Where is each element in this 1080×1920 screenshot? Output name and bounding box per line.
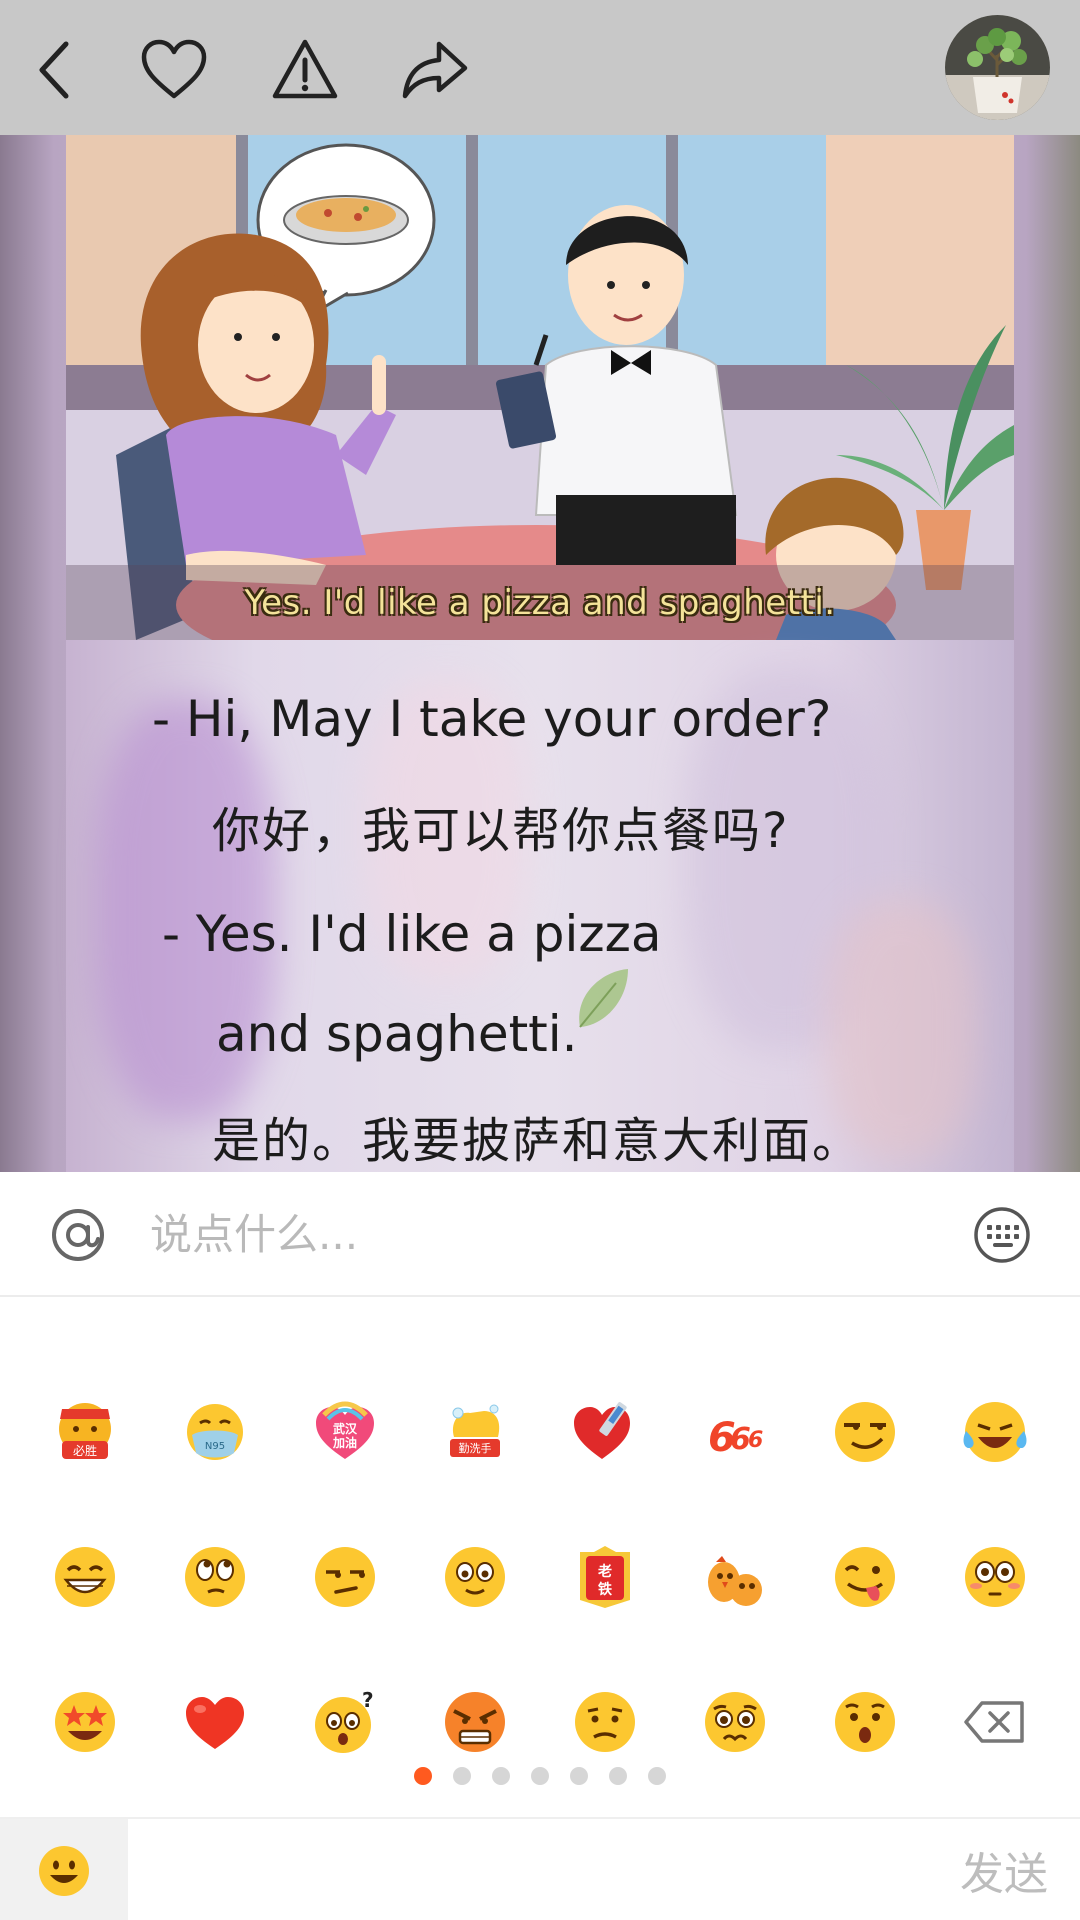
lesson-line-answer-en-1: - Yes. I'd like a pizza: [162, 905, 662, 963]
svg-text:N95: N95: [205, 1441, 225, 1452]
laotie-emoji[interactable]: 老铁: [540, 1504, 670, 1649]
like-button[interactable]: [134, 30, 214, 110]
page-dot[interactable]: [609, 1767, 627, 1785]
svg-text:加油: 加油: [332, 1435, 357, 1450]
flushed-emoji[interactable]: [930, 1504, 1060, 1649]
eye-roll-emoji[interactable]: [150, 1504, 280, 1649]
page-dot[interactable]: [648, 1767, 666, 1785]
emoji-page-indicator: [0, 1767, 1080, 1785]
emoji-toggle-button[interactable]: [0, 1819, 128, 1920]
mask-n95-emoji[interactable]: N95: [150, 1359, 280, 1504]
blank-stare-emoji[interactable]: [410, 1504, 540, 1649]
report-button[interactable]: [265, 30, 345, 110]
at-mention-icon[interactable]: [48, 1205, 108, 1265]
lesson-line-answer-en-2: and spaghetti.: [216, 1005, 578, 1063]
keyboard-icon[interactable]: [972, 1205, 1032, 1265]
share-arrow-icon: [402, 41, 468, 99]
send-button[interactable]: 发送: [960, 1837, 1048, 1903]
back-button[interactable]: [18, 30, 98, 110]
laugh-cry-emoji[interactable]: [930, 1359, 1060, 1504]
666-emoji[interactable]: 666: [670, 1359, 800, 1504]
svg-text:?: ?: [362, 1688, 374, 1712]
svg-text:必胜: 必胜: [73, 1443, 97, 1458]
svg-text:勤洗手: 勤洗手: [459, 1441, 492, 1455]
grin-emoji[interactable]: [20, 1504, 150, 1649]
page-dot[interactable]: [531, 1767, 549, 1785]
smiley-face-icon: [39, 1845, 89, 1896]
unamused-emoji[interactable]: [280, 1504, 410, 1649]
page-dot[interactable]: [453, 1767, 471, 1785]
svg-text:6: 6: [748, 1428, 763, 1453]
share-button[interactable]: [395, 30, 475, 110]
wash-hands-emoji[interactable]: 勤洗手: [410, 1359, 540, 1504]
video-subtitle: Yes. I'd like a pizza and spaghetti.: [244, 582, 836, 623]
comment-input[interactable]: [150, 1194, 930, 1274]
page-dot[interactable]: [492, 1767, 510, 1785]
page-dot[interactable]: [570, 1767, 588, 1785]
video-subtitle-band: Yes. I'd like a pizza and spaghetti.: [66, 565, 1014, 640]
video-content[interactable]: Yes. I'd like a pizza and spaghetti. - H…: [0, 135, 1080, 1172]
heart-outline-icon: [141, 39, 207, 99]
lesson-line-question-en: - Hi, May I take your order?: [152, 690, 832, 748]
tongue-wink-emoji[interactable]: [800, 1504, 930, 1649]
svg-text:武汉: 武汉: [333, 1421, 358, 1436]
lesson-line-answer-zh: 是的。我要披萨和意大利面。: [212, 1113, 863, 1169]
svg-text:铁: 铁: [598, 1581, 612, 1598]
lesson-line-question-zh: 你好，我可以帮你点餐吗?: [212, 803, 790, 859]
comment-input-bar: [0, 1172, 1080, 1297]
leaf-decoration: [579, 969, 628, 1028]
warning-triangle-icon: [272, 39, 338, 99]
chicks-emoji[interactable]: [670, 1504, 800, 1649]
user-avatar-plant: [945, 15, 1050, 120]
page-dot-active[interactable]: [414, 1767, 432, 1785]
smirk-glasses-emoji[interactable]: [800, 1359, 930, 1504]
heart-syringe-emoji[interactable]: [540, 1359, 670, 1504]
emoji-panel: 必胜 N95 武汉 加油 勤洗手 666 老 铁 ?: [0, 1299, 1080, 1817]
top-bar: [0, 0, 1080, 135]
svg-text:老: 老: [598, 1563, 612, 1580]
bottom-bar: 发送: [0, 1817, 1080, 1920]
bisheng-emoji[interactable]: 必胜: [20, 1359, 150, 1504]
emoji-grid: 必胜 N95 武汉 加油 勤洗手 666 老 铁 ?: [20, 1359, 1060, 1794]
avatar[interactable]: [945, 15, 1050, 120]
wuhan-jiayou-emoji[interactable]: 武汉 加油: [280, 1359, 410, 1504]
chevron-left-icon: [39, 41, 69, 99]
